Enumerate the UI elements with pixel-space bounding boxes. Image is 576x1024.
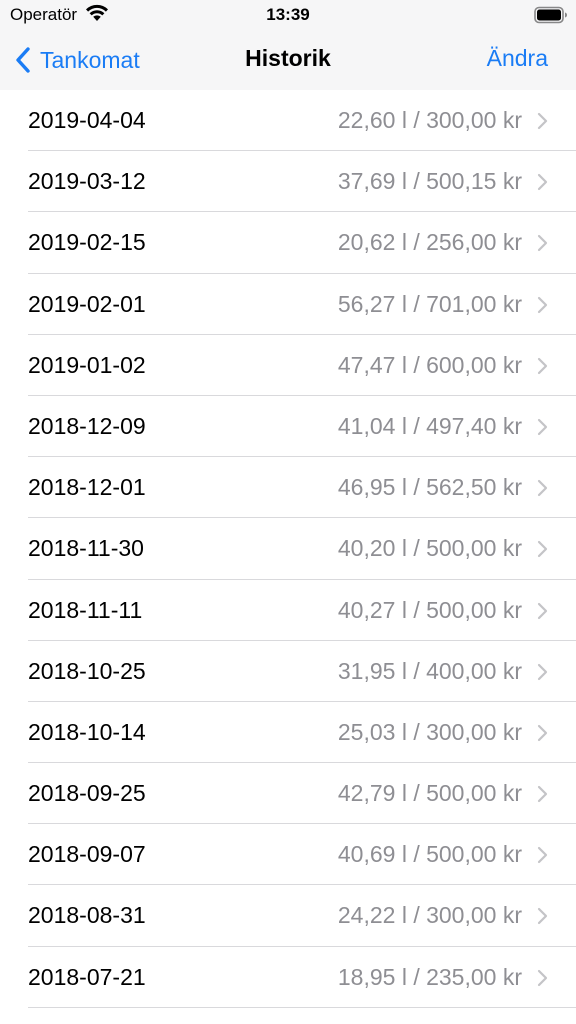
list-item[interactable]: 2019-03-12 37,69 l / 500,15 kr bbox=[0, 151, 576, 213]
list-item[interactable]: 2019-02-01 56,27 l / 701,00 kr bbox=[0, 274, 576, 335]
entry-date: 2018-12-01 bbox=[28, 474, 146, 501]
list-item[interactable]: 2018-09-25 42,79 l / 500,00 kr bbox=[0, 763, 576, 825]
entry-detail: 56,27 l / 701,00 kr bbox=[337, 290, 522, 317]
chevron-right-icon bbox=[537, 479, 548, 497]
chevron-right-icon bbox=[537, 540, 548, 558]
chevron-right-icon bbox=[537, 724, 548, 742]
entry-date: 2018-12-09 bbox=[28, 412, 146, 439]
list-item[interactable]: 2018-10-14 25,03 l / 300,00 kr bbox=[0, 702, 576, 764]
chevron-right-icon bbox=[537, 112, 548, 130]
chevron-right-icon bbox=[537, 785, 548, 803]
chevron-right-icon bbox=[537, 357, 548, 375]
top-bar: Operatör 13:39 Tankomat Historik Ändra bbox=[0, 0, 576, 90]
entry-date: 2018-08-31 bbox=[28, 902, 146, 929]
list-item[interactable]: 2018-11-11 40,27 l / 500,00 kr bbox=[0, 580, 576, 641]
entry-detail: 24,22 l / 300,00 kr bbox=[337, 902, 522, 929]
entry-date: 2018-11-30 bbox=[28, 535, 144, 562]
entry-date: 2019-03-12 bbox=[28, 168, 146, 195]
entry-detail: 40,69 l / 500,00 kr bbox=[337, 841, 522, 868]
status-bar: Operatör 13:39 bbox=[0, 0, 576, 32]
entry-date: 2019-04-04 bbox=[28, 107, 146, 133]
list-item[interactable]: 2018-09-07 40,69 l / 500,00 kr bbox=[0, 824, 576, 886]
entry-detail: 47,47 l / 600,00 kr bbox=[337, 351, 522, 378]
entry-detail: 42,79 l / 500,00 kr bbox=[337, 780, 522, 807]
list-item[interactable]: 2019-01-02 47,47 l / 600,00 kr bbox=[0, 335, 576, 397]
entry-date: 2019-02-15 bbox=[28, 229, 146, 256]
list-item[interactable]: 2018-12-01 46,95 l / 562,50 kr bbox=[0, 457, 576, 519]
list-item[interactable]: 2018-10-25 31,95 l / 400,00 kr bbox=[0, 641, 576, 703]
chevron-right-icon bbox=[537, 846, 548, 864]
entry-detail: 46,95 l / 562,50 kr bbox=[337, 474, 522, 501]
entry-detail: 31,95 l / 400,00 kr bbox=[337, 657, 522, 684]
entry-detail: 20,62 l / 256,00 kr bbox=[337, 229, 522, 256]
entry-date: 2019-01-02 bbox=[28, 351, 146, 378]
entry-date: 2018-09-07 bbox=[28, 841, 146, 868]
entry-date: 2019-02-01 bbox=[28, 290, 146, 317]
entry-date: 2018-11-11 bbox=[28, 596, 143, 623]
entry-date: 2018-10-14 bbox=[28, 718, 146, 745]
navigation-bar: Tankomat Historik Ändra bbox=[0, 32, 576, 90]
chevron-right-icon bbox=[537, 418, 548, 436]
list-item[interactable]: 2018-12-09 41,04 l / 497,40 kr bbox=[0, 396, 576, 458]
entry-detail: 41,04 l / 497,40 kr bbox=[337, 412, 522, 439]
list-item[interactable]: 2019-04-04 22,60 l / 300,00 kr bbox=[0, 90, 576, 152]
entry-date: 2018-09-25 bbox=[28, 780, 146, 807]
list-item[interactable]: 2018-07-21 18,95 l / 235,00 kr bbox=[0, 947, 576, 1009]
entry-detail: 40,27 l / 500,00 kr bbox=[337, 596, 522, 623]
entry-date: 2018-10-25 bbox=[28, 657, 146, 684]
entry-detail: 18,95 l / 235,00 kr bbox=[337, 963, 522, 990]
entry-detail: 25,03 l / 300,00 kr bbox=[337, 718, 522, 745]
list-item[interactable]: 2018-11-30 40,20 l / 500,00 kr bbox=[0, 518, 576, 580]
history-list: 2019-04-04 22,60 l / 300,00 kr 2019-03-12 3… bbox=[0, 90, 576, 1009]
chevron-right-icon bbox=[537, 663, 548, 681]
battery-icon bbox=[534, 6, 568, 29]
chevron-right-icon bbox=[537, 907, 548, 925]
chevron-right-icon bbox=[537, 602, 548, 620]
list-item[interactable]: 2019-02-15 20,62 l / 256,00 kr bbox=[0, 212, 576, 274]
entry-detail: 40,20 l / 500,00 kr bbox=[337, 535, 522, 562]
chevron-right-icon bbox=[537, 296, 548, 314]
chevron-right-icon bbox=[537, 173, 548, 191]
edit-button[interactable]: Ändra bbox=[487, 45, 548, 72]
entry-date: 2018-07-21 bbox=[28, 963, 146, 990]
entry-detail: 22,60 l / 300,00 kr bbox=[337, 107, 522, 133]
chevron-right-icon bbox=[537, 234, 548, 252]
list-item[interactable]: 2018-08-31 24,22 l / 300,00 kr bbox=[0, 885, 576, 947]
chevron-right-icon bbox=[537, 969, 548, 987]
entry-detail: 37,69 l / 500,15 kr bbox=[337, 168, 522, 195]
status-time: 13:39 bbox=[266, 5, 310, 24]
